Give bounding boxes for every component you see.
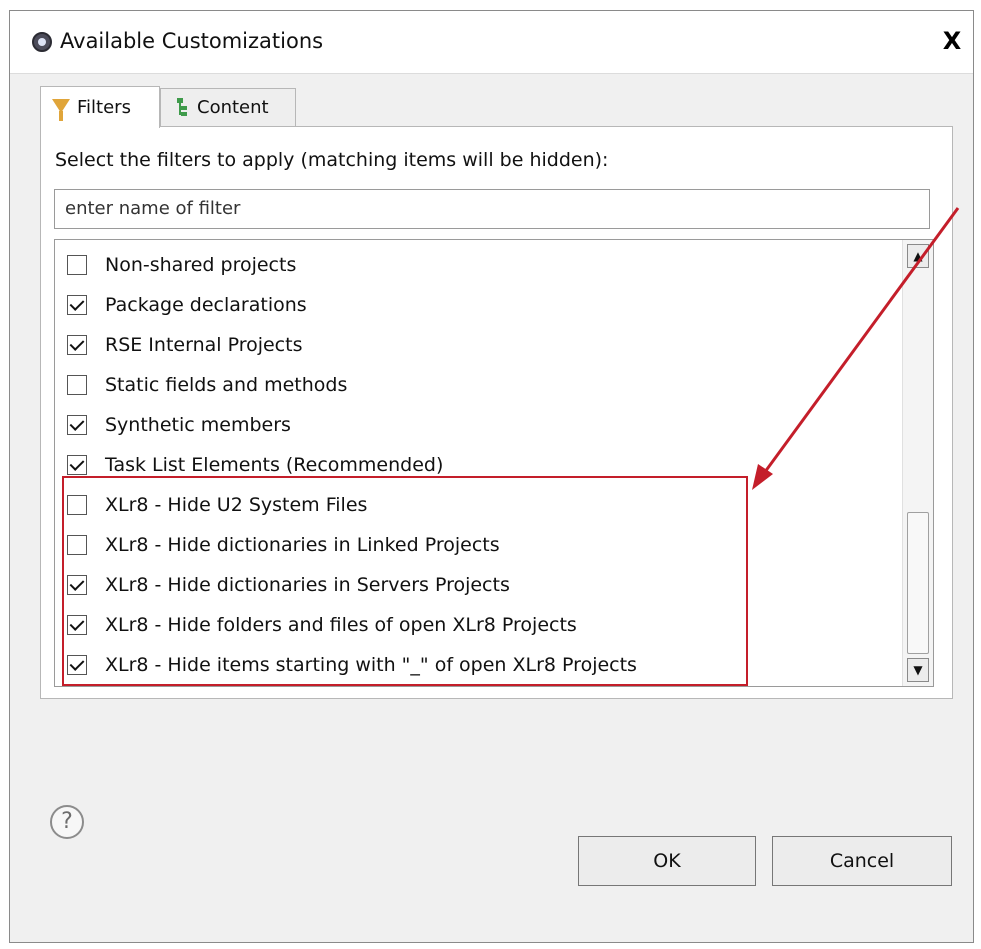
tree-icon bbox=[171, 97, 191, 119]
dialog-title: Available Customizations bbox=[60, 29, 324, 53]
scroll-up-icon[interactable]: ▲ bbox=[907, 244, 929, 268]
list-item[interactable]: Package declarations bbox=[67, 286, 307, 324]
tab-content-label: Content bbox=[197, 97, 269, 118]
highlight-box bbox=[62, 476, 748, 686]
list-item[interactable]: Synthetic members bbox=[67, 406, 291, 444]
eclipse-icon bbox=[32, 32, 52, 52]
filter-checkbox[interactable] bbox=[67, 335, 87, 355]
list-item[interactable]: RSE Internal Projects bbox=[67, 326, 302, 364]
ok-button[interactable]: OK bbox=[578, 836, 756, 886]
filter-checkbox[interactable] bbox=[67, 375, 87, 395]
filter-label: Static fields and methods bbox=[105, 374, 348, 396]
title-bar: Available Customizations X bbox=[10, 11, 973, 74]
tab-content[interactable]: Content bbox=[160, 88, 296, 126]
filter-label: Non-shared projects bbox=[105, 254, 297, 276]
list-item[interactable]: Non-shared projects bbox=[67, 246, 296, 284]
filters-instruction: Select the filters to apply (matching it… bbox=[55, 149, 609, 171]
filter-label: Synthetic members bbox=[105, 414, 291, 436]
scroll-down-icon[interactable]: ▼ bbox=[907, 658, 929, 682]
filter-label: RSE Internal Projects bbox=[105, 334, 303, 356]
help-icon[interactable]: ? bbox=[50, 805, 84, 839]
filter-label: Package declarations bbox=[105, 294, 307, 316]
filter-checkbox[interactable] bbox=[67, 415, 87, 435]
tab-filters[interactable]: Filters bbox=[40, 86, 160, 128]
filter-label: Task List Elements (Recommended) bbox=[105, 454, 444, 476]
filter-checkbox[interactable] bbox=[67, 255, 87, 275]
scroll-thumb[interactable] bbox=[907, 512, 929, 654]
filter-checkbox[interactable] bbox=[67, 295, 87, 315]
filter-icon bbox=[51, 97, 71, 121]
filter-search-input[interactable]: enter name of filter bbox=[54, 189, 930, 229]
list-item[interactable]: Static fields and methods bbox=[67, 366, 347, 404]
vertical-scrollbar[interactable]: ▲ ▼ bbox=[902, 240, 933, 686]
close-button[interactable]: X bbox=[938, 28, 966, 56]
tab-filters-label: Filters bbox=[77, 97, 131, 118]
filter-checkbox[interactable] bbox=[67, 455, 87, 475]
cancel-button[interactable]: Cancel bbox=[772, 836, 952, 886]
